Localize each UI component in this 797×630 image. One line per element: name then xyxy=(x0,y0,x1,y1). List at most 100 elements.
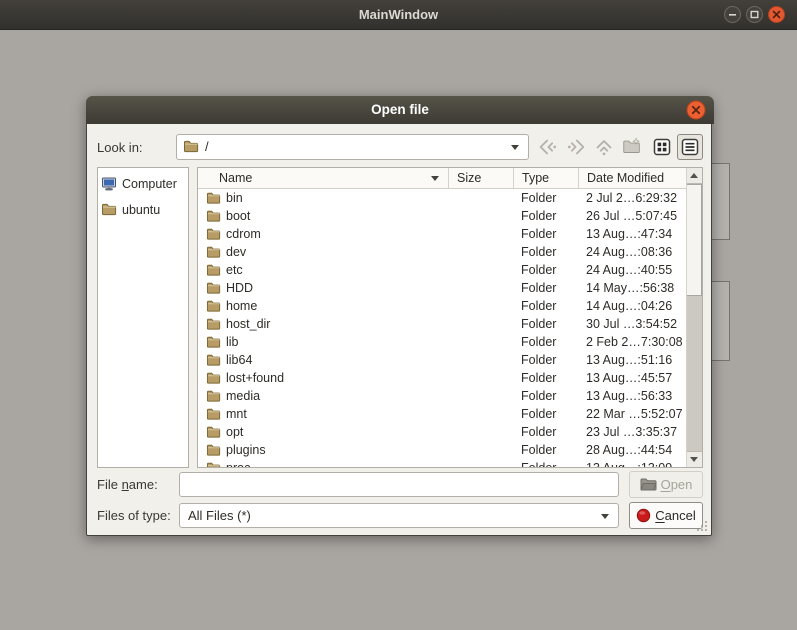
dialog-title: Open file xyxy=(86,96,714,124)
detail-view-button[interactable] xyxy=(677,134,703,160)
file-size-cell xyxy=(449,441,514,459)
table-row[interactable]: cdrom Folder 13 Aug…:47:34 xyxy=(198,225,686,243)
folder-icon xyxy=(206,371,221,385)
forward-button[interactable] xyxy=(563,134,589,160)
file-modified-cell: 2 Feb 2…7:30:08 xyxy=(579,333,686,351)
file-size-cell xyxy=(449,297,514,315)
new-folder-button[interactable] xyxy=(619,134,645,160)
open-button-label: Open xyxy=(661,477,693,492)
table-row[interactable]: lib Folder 2 Feb 2…7:30:08 xyxy=(198,333,686,351)
file-modified-cell: 22 Mar …5:52:07 xyxy=(579,405,686,423)
dialog-titlebar[interactable]: Open file xyxy=(86,96,714,124)
arrow-down-icon xyxy=(690,457,698,462)
file-name-input[interactable] xyxy=(179,472,619,497)
stop-icon xyxy=(636,508,651,523)
file-name-cell-wrap: host_dir xyxy=(198,315,449,333)
file-type-cell: Folder xyxy=(514,279,579,297)
file-type-combobox[interactable]: All Files (*) xyxy=(179,503,619,528)
file-name-cell-wrap: lib xyxy=(198,333,449,351)
table-row[interactable]: media Folder 13 Aug…:56:33 xyxy=(198,387,686,405)
file-modified-cell: 13 Aug…:47:34 xyxy=(579,225,686,243)
file-name-cell-wrap: cdrom xyxy=(198,225,449,243)
folder-icon xyxy=(206,407,221,421)
resize-grip[interactable] xyxy=(697,521,707,531)
sidebar-item-label: ubuntu xyxy=(122,203,160,217)
file-name-cell-wrap: dev xyxy=(198,243,449,261)
file-name-cell-wrap: etc xyxy=(198,261,449,279)
arrow-up-icon xyxy=(690,173,698,178)
scroll-up-button[interactable] xyxy=(687,168,702,184)
table-row[interactable]: home Folder 14 Aug…:04:26 xyxy=(198,297,686,315)
computer-icon xyxy=(101,176,117,192)
file-size-cell xyxy=(449,387,514,405)
maximize-icon xyxy=(747,7,762,22)
file-size-cell xyxy=(449,369,514,387)
table-row[interactable]: HDD Folder 14 May…:56:38 xyxy=(198,279,686,297)
column-header-size[interactable]: Size xyxy=(449,168,514,188)
table-row[interactable]: boot Folder 26 Jul …5:07:45 xyxy=(198,207,686,225)
column-header-type[interactable]: Type xyxy=(514,168,579,188)
file-size-cell xyxy=(449,243,514,261)
file-modified-cell: 13 Aug…:45:57 xyxy=(579,369,686,387)
parent-directory-icon xyxy=(593,136,615,158)
open-button[interactable]: Open xyxy=(629,471,703,498)
table-row[interactable]: lib64 Folder 13 Aug…:51:16 xyxy=(198,351,686,369)
table-row[interactable]: opt Folder 23 Jul …3:35:37 xyxy=(198,423,686,441)
maximize-button[interactable] xyxy=(746,6,763,23)
file-modified-cell: 13 Aug…:13:09 xyxy=(579,459,686,468)
file-size-cell xyxy=(449,207,514,225)
vertical-scrollbar[interactable] xyxy=(686,168,702,467)
cancel-button[interactable]: Cancel xyxy=(629,502,703,529)
file-name-label: File name: xyxy=(97,477,158,492)
column-header-name[interactable]: Name xyxy=(198,168,449,188)
back-button[interactable] xyxy=(535,134,561,160)
column-header-modified[interactable]: Date Modified xyxy=(579,168,686,188)
look-in-combobox[interactable]: / xyxy=(176,134,529,160)
file-name-cell-wrap: bin xyxy=(198,189,449,207)
file-modified-cell: 30 Jul …3:54:52 xyxy=(579,315,686,333)
scrollbar-thumb[interactable] xyxy=(687,184,702,296)
sidebar-item-computer[interactable]: Computer xyxy=(101,174,186,194)
folder-icon xyxy=(101,202,117,218)
file-type-cell: Folder xyxy=(514,459,579,468)
table-row[interactable]: proc Folder 13 Aug…:13:09 xyxy=(198,459,686,468)
window-titlebar: MainWindow xyxy=(0,0,797,30)
file-name-cell: etc xyxy=(226,261,243,279)
file-type-cell: Folder xyxy=(514,225,579,243)
file-modified-cell: 14 Aug…:04:26 xyxy=(579,297,686,315)
file-modified-cell: 23 Jul …3:35:37 xyxy=(579,423,686,441)
parent-directory-button[interactable] xyxy=(591,134,617,160)
dialog-close-button[interactable] xyxy=(686,100,706,120)
file-type-value: All Files (*) xyxy=(188,504,251,528)
scroll-down-button[interactable] xyxy=(687,451,702,467)
table-row[interactable]: etc Folder 24 Aug…:40:55 xyxy=(198,261,686,279)
sidebar-item-ubuntu[interactable]: ubuntu xyxy=(101,200,186,220)
folder-icon xyxy=(206,425,221,439)
table-row[interactable]: dev Folder 24 Aug…:08:36 xyxy=(198,243,686,261)
table-row[interactable]: mnt Folder 22 Mar …5:52:07 xyxy=(198,405,686,423)
cancel-button-label: Cancel xyxy=(655,508,695,523)
minimize-button[interactable] xyxy=(724,6,741,23)
folder-icon xyxy=(183,139,199,155)
folder-icon xyxy=(206,299,221,313)
look-in-label: Look in: xyxy=(97,140,143,155)
file-size-cell xyxy=(449,279,514,297)
file-name-cell: home xyxy=(226,297,257,315)
open-file-dialog: Open file Look in: / xyxy=(86,96,712,536)
file-type-cell: Folder xyxy=(514,315,579,333)
window-close-button[interactable] xyxy=(768,6,785,23)
table-row[interactable]: plugins Folder 28 Aug…:44:54 xyxy=(198,441,686,459)
file-size-cell xyxy=(449,315,514,333)
file-name-cell-wrap: plugins xyxy=(198,441,449,459)
table-row[interactable]: bin Folder 2 Jul 2…6:29:32 xyxy=(198,189,686,207)
table-row[interactable]: host_dir Folder 30 Jul …3:54:52 xyxy=(198,315,686,333)
file-name-cell-wrap: HDD xyxy=(198,279,449,297)
table-row[interactable]: lost+found Folder 13 Aug…:45:57 xyxy=(198,369,686,387)
list-view-button[interactable] xyxy=(649,134,675,160)
folder-icon xyxy=(206,263,221,277)
list-view-icon xyxy=(653,138,671,156)
chevron-down-icon xyxy=(511,145,519,150)
back-icon xyxy=(537,136,559,158)
folder-icon xyxy=(206,389,221,403)
file-name-cell-wrap: proc xyxy=(198,459,449,468)
